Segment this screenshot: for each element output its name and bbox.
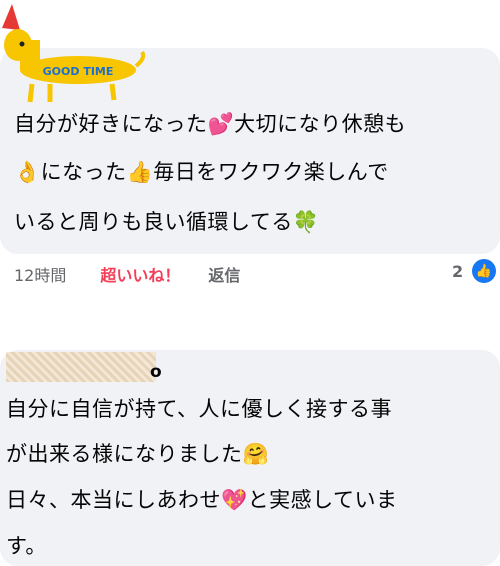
comment-text-line: いると周りも良い循環してる🍀 bbox=[14, 210, 320, 234]
comment-actions: 12時間 超いいね！ 返信 bbox=[14, 262, 240, 286]
comment-text-line: す。 bbox=[6, 534, 47, 558]
comment-text-line: が出来る様になりました🤗 bbox=[6, 442, 270, 466]
comment-text-line: 自分に自信が持て、人に優しく接する事 bbox=[6, 397, 392, 421]
author-name-blurred[interactable] bbox=[6, 352, 156, 382]
reaction-count[interactable]: 2 bbox=[452, 262, 463, 281]
reply-button[interactable]: 返信 bbox=[208, 262, 240, 286]
comment-text-line: 👌になった👍毎日をワクワク楽しんで bbox=[14, 160, 389, 184]
like-icon[interactable]: 👍 bbox=[472, 259, 496, 283]
timestamp: 12時間 bbox=[14, 266, 67, 285]
reaction-button[interactable]: 超いいね！ bbox=[100, 262, 180, 286]
good-time-sticker: GOOD TIME bbox=[2, 4, 146, 103]
comment-text-line: 日々、本当にしあわせ💖と実感していま bbox=[6, 488, 398, 512]
author-name[interactable]: o bbox=[150, 362, 162, 382]
comment-text-line: 自分が好きになった💕大切になり休憩も bbox=[14, 112, 407, 136]
sticker-text: GOOD TIME bbox=[43, 65, 114, 78]
